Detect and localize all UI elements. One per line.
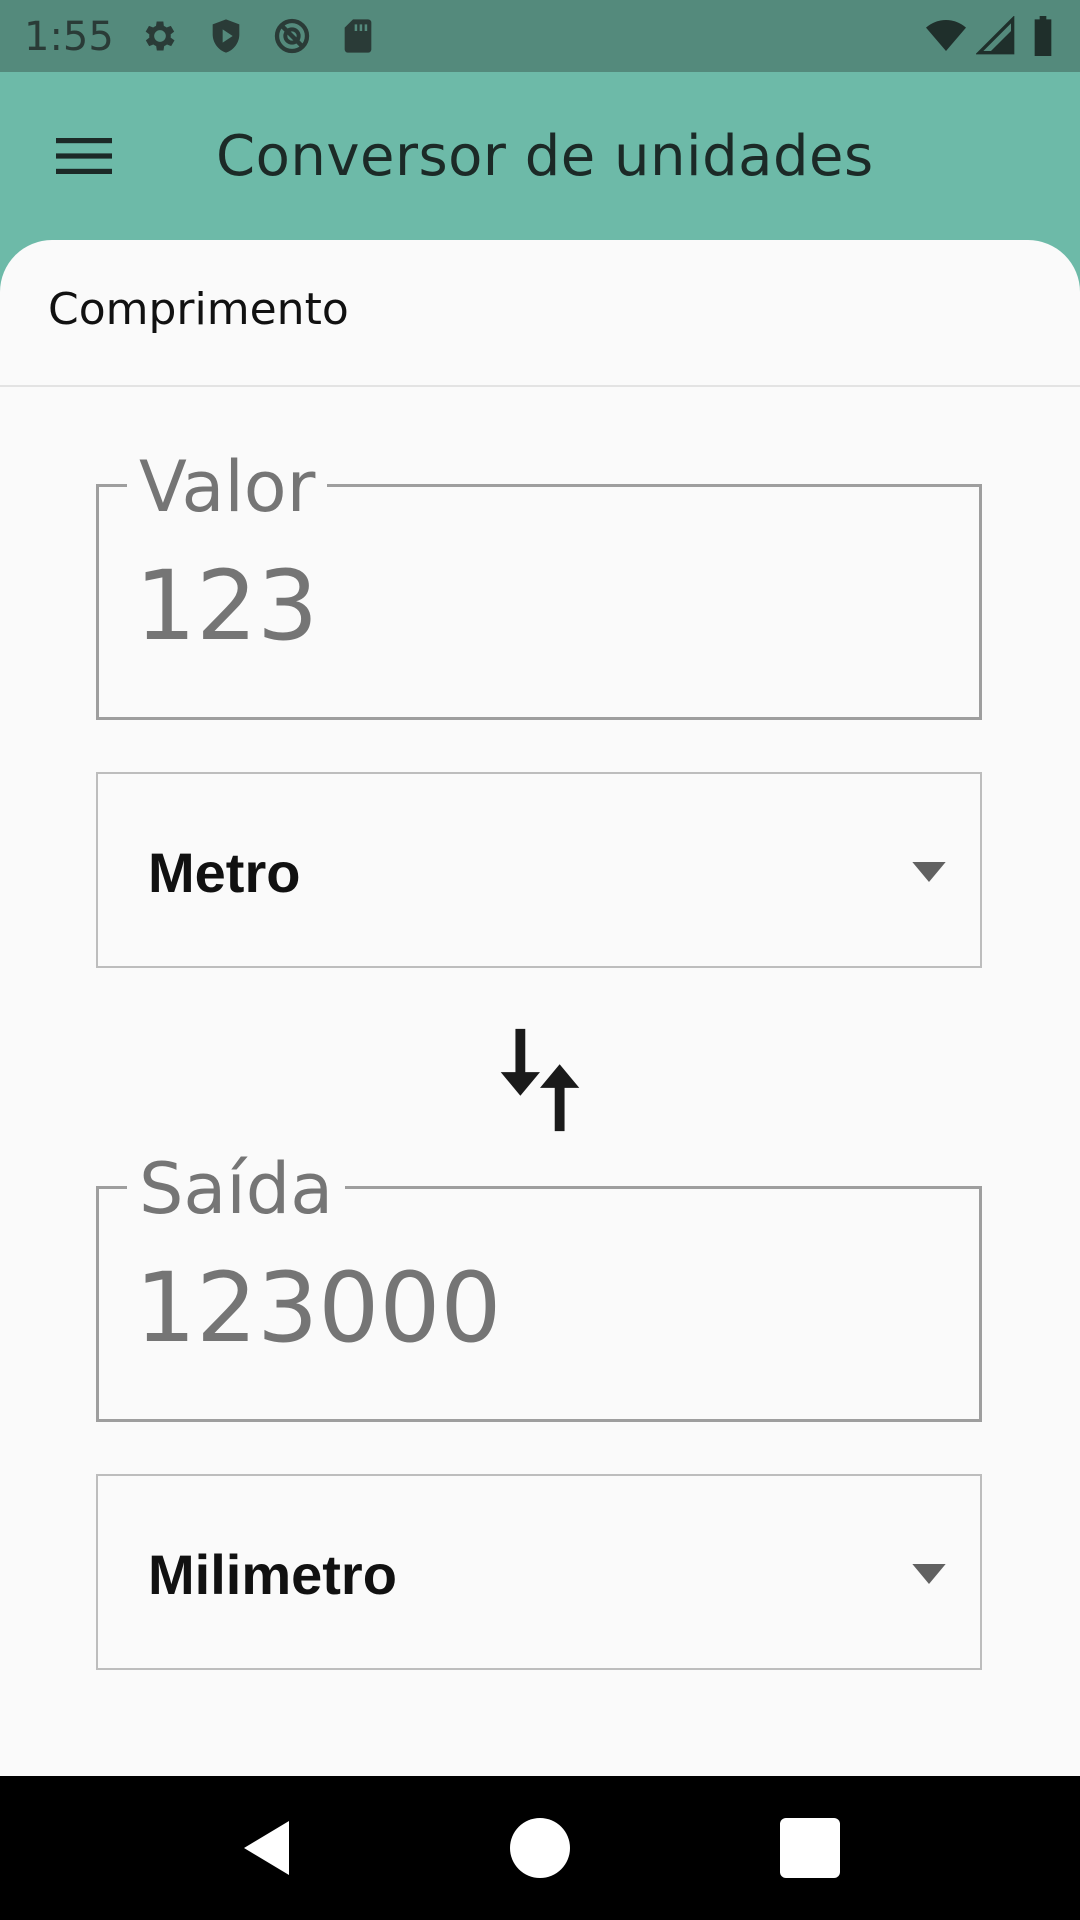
from-unit-value: Metro <box>148 841 301 904</box>
output-value: 123000 <box>135 1252 502 1364</box>
to-unit-dropdown[interactable]: Milimetro <box>96 1474 982 1670</box>
shield-play-icon <box>206 16 246 56</box>
dropdown-arrow-icon <box>912 1564 946 1584</box>
battery-icon <box>1030 16 1056 56</box>
status-time: 1:55 <box>24 14 114 60</box>
app-bar: Conversor de unidades <box>0 72 1080 240</box>
app-title: Conversor de unidades <box>216 124 874 189</box>
gear-icon <box>140 16 180 56</box>
navigation-bar <box>0 1776 1080 1920</box>
value-input-field[interactable]: Valor 123 <box>96 447 982 720</box>
output-label: Saída <box>127 1149 346 1229</box>
dropdown-arrow-icon <box>912 862 946 882</box>
output-field[interactable]: Saída 123000 <box>96 1149 982 1422</box>
sd-card-icon <box>338 16 378 56</box>
cellular-signal-icon <box>976 16 1016 56</box>
hamburger-menu-icon <box>56 138 112 174</box>
divider <box>0 385 1080 387</box>
wifi-icon <box>922 16 970 56</box>
vpn-blocked-icon <box>272 16 312 56</box>
to-unit-value: Milimetro <box>148 1543 397 1606</box>
value-input-label: Valor <box>127 447 328 527</box>
home-icon <box>510 1818 570 1878</box>
menu-button[interactable] <box>40 116 128 196</box>
swap-units-button[interactable] <box>496 1020 584 1140</box>
recents-button[interactable] <box>774 1812 846 1884</box>
back-icon <box>244 1821 289 1875</box>
recents-icon <box>780 1818 840 1878</box>
from-unit-dropdown[interactable]: Metro <box>96 772 982 968</box>
home-button[interactable] <box>504 1812 576 1884</box>
value-input-text[interactable]: 123 <box>135 551 318 661</box>
swap-vertical-icon <box>500 1028 580 1132</box>
back-button[interactable] <box>232 1812 304 1884</box>
status-bar: 1:55 <box>0 0 1080 72</box>
category-label[interactable]: Comprimento <box>48 284 349 335</box>
content-sheet: Comprimento Valor 123 Metro Saída 123000… <box>0 240 1080 1776</box>
